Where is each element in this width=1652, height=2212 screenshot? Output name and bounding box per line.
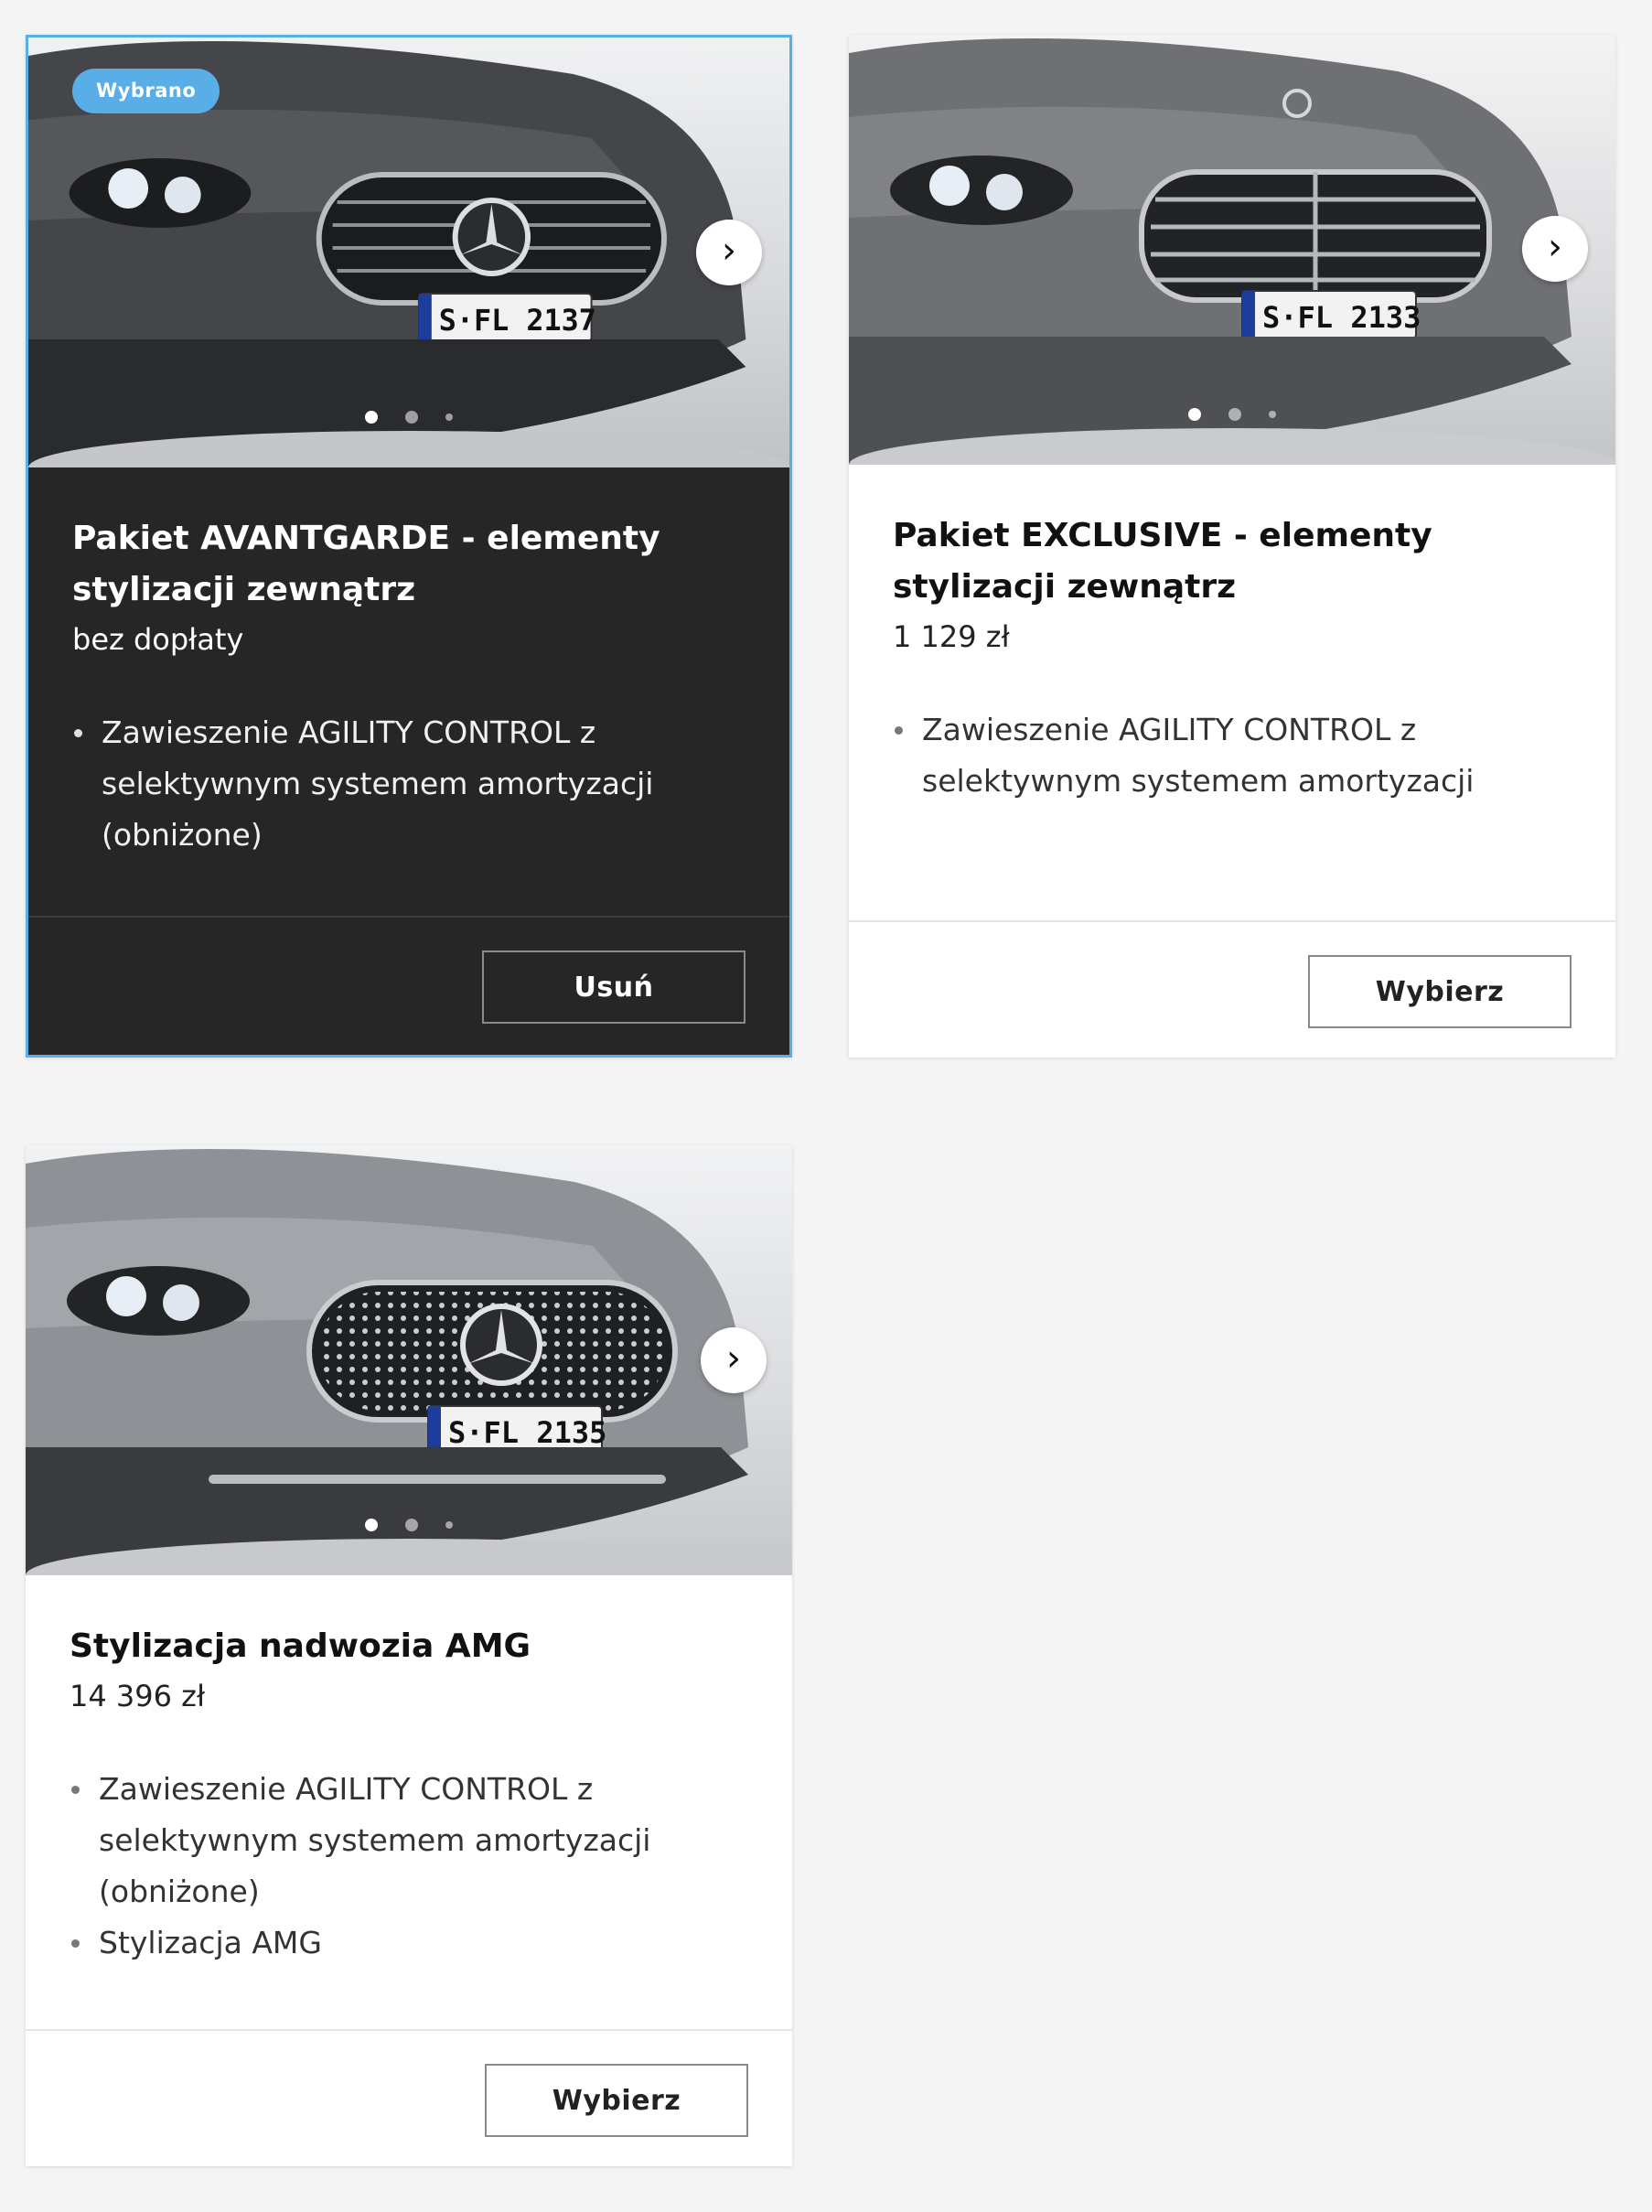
carousel-dot-1[interactable] [1188, 408, 1201, 421]
chevron-right-icon: › [726, 1337, 741, 1380]
chevron-right-icon: › [722, 230, 736, 272]
feature-list: Zawieszenie AGILITY CONTROL z selektywny… [72, 707, 746, 861]
package-price: 14 396 zł [70, 1679, 206, 1713]
license-plate-text: S·FL 2135 [448, 1415, 606, 1450]
package-title: Stylizacja nadwozia AMG [70, 1627, 531, 1665]
car-image-carousel[interactable]: S·FL 2135 › [26, 1145, 792, 1575]
carousel-dots [849, 408, 1615, 421]
card-footer: Usuń [28, 916, 789, 1055]
license-plate-text: S·FL 2137 [439, 303, 596, 338]
card-body: Stylizacja nadwozia AMG 14 396 zł Zawies… [26, 1575, 792, 1969]
package-card-avantgarde[interactable]: S·FL 2137 Wybrano › Pakiet AVANTGARDE - … [26, 35, 792, 1058]
carousel-dots [26, 1519, 792, 1531]
package-title: Pakiet EXCLUSIVE - elementy stylizacji z… [893, 517, 1432, 606]
package-title: Pakiet AVANTGARDE - elementy stylizacji … [72, 520, 660, 608]
feature-item: Zawieszenie AGILITY CONTROL z selektywny… [893, 704, 1572, 807]
remove-button[interactable]: Usuń [482, 950, 746, 1024]
selected-badge: Wybrano [72, 69, 220, 113]
carousel-dot-3[interactable] [445, 1521, 453, 1529]
feature-item: Stylizacja AMG [70, 1917, 748, 1969]
select-button[interactable]: Wybierz [1308, 955, 1572, 1028]
carousel-dot-3[interactable] [1269, 411, 1276, 418]
carousel-dot-2[interactable] [1228, 408, 1241, 421]
carousel-next-button[interactable]: › [696, 220, 762, 285]
car-front-image: S·FL 2135 [26, 1145, 792, 1575]
license-plate-text: S·FL 2133 [1262, 300, 1421, 335]
carousel-next-button[interactable]: › [1522, 216, 1588, 282]
carousel-dots [28, 411, 789, 424]
car-front-image: S·FL 2133 [849, 35, 1615, 465]
card-body: Pakiet EXCLUSIVE - elementy stylizacji z… [849, 465, 1615, 807]
carousel-dot-2[interactable] [405, 1519, 418, 1531]
card-body: Pakiet AVANTGARDE - elementy stylizacji … [28, 467, 789, 861]
car-image-carousel[interactable]: S·FL 2137 Wybrano › [28, 38, 789, 467]
carousel-dot-1[interactable] [365, 411, 378, 424]
card-footer: Wybierz [849, 920, 1615, 1058]
select-button[interactable]: Wybierz [485, 2064, 748, 2137]
carousel-dot-2[interactable] [405, 411, 418, 424]
feature-list: Zawieszenie AGILITY CONTROL z selektywny… [70, 1764, 748, 1969]
package-card-amg[interactable]: S·FL 2135 › Stylizacja nadwozia AMG 14 3… [26, 1145, 792, 2166]
car-image-carousel[interactable]: S·FL 2133 › [849, 35, 1615, 465]
chevron-right-icon: › [1548, 226, 1562, 268]
package-card-exclusive[interactable]: S·FL 2133 › Pakiet EXCLUSIVE - elementy … [849, 35, 1615, 1058]
carousel-dot-3[interactable] [445, 413, 453, 421]
package-price: bez dopłaty [72, 622, 244, 657]
carousel-dot-1[interactable] [365, 1519, 378, 1531]
carousel-next-button[interactable]: › [701, 1327, 767, 1393]
feature-list: Zawieszenie AGILITY CONTROL z selektywny… [893, 704, 1572, 807]
feature-item: Zawieszenie AGILITY CONTROL z selektywny… [70, 1764, 748, 1917]
card-footer: Wybierz [26, 2029, 792, 2166]
feature-item: Zawieszenie AGILITY CONTROL z selektywny… [72, 707, 746, 861]
package-price: 1 129 zł [893, 619, 1010, 654]
